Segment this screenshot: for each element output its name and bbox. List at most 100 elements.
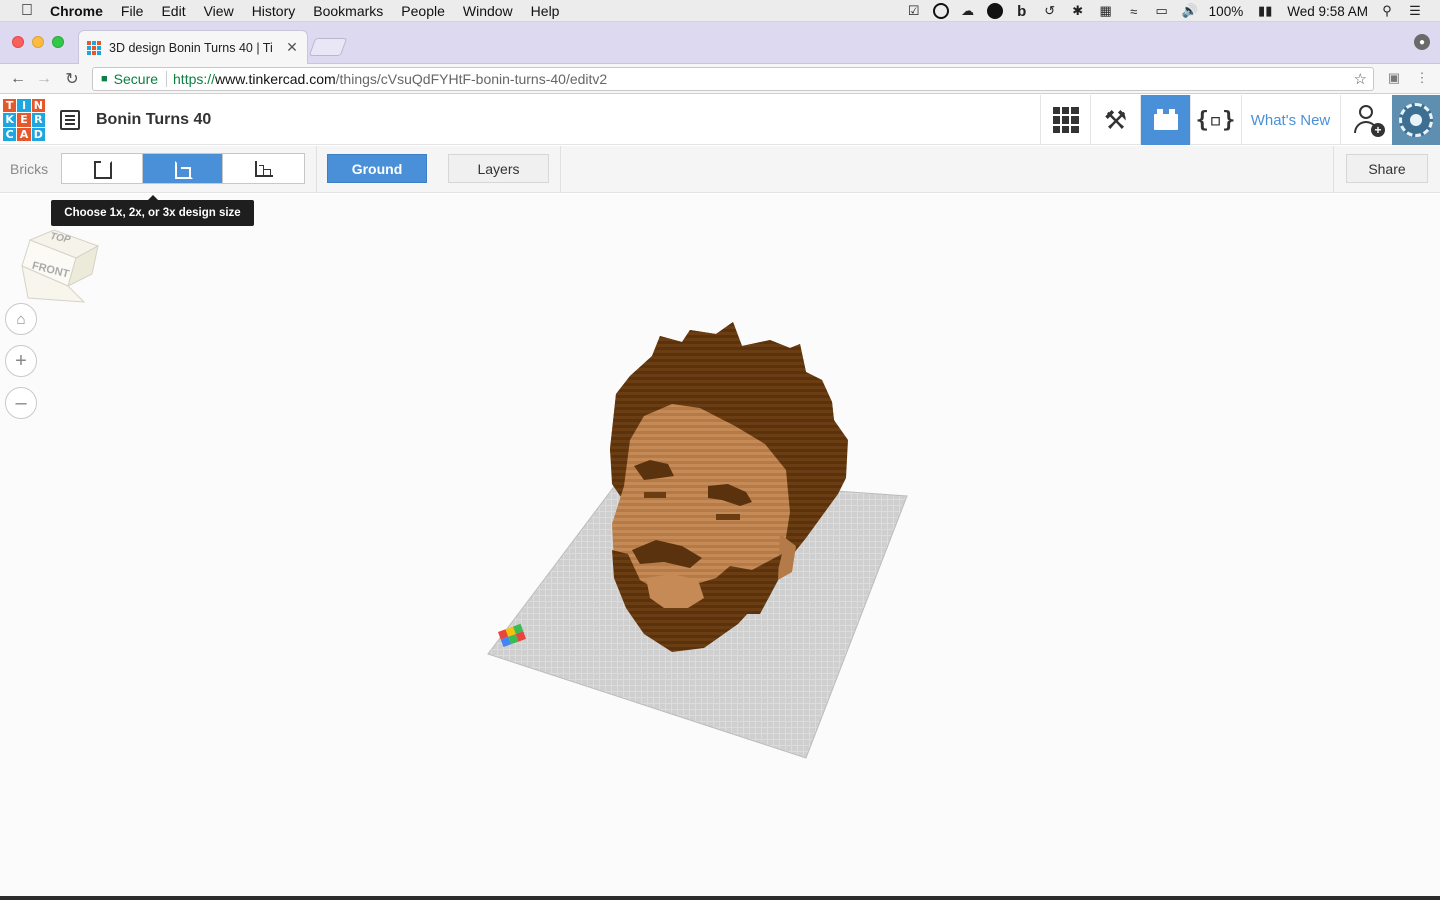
battery-percent: 100% bbox=[1208, 3, 1244, 19]
grid-view-icon bbox=[1052, 107, 1079, 133]
url-path: /things/cVsuQdFYHtF-bonin-turns-40/editv… bbox=[335, 71, 608, 87]
mac-menu-bar:  Chrome File Edit View History Bookmark… bbox=[0, 0, 1440, 22]
3d-scene[interactable] bbox=[0, 194, 1440, 896]
minecraft-view-button[interactable]: ⚒ bbox=[1090, 95, 1140, 145]
extension-icon[interactable]: ▣ bbox=[1386, 70, 1402, 86]
design-toolbar: Bricks Ground Layers Share bbox=[0, 146, 1440, 193]
window-minimize-button[interactable] bbox=[32, 36, 44, 48]
bluetooth-icon[interactable]: ✱ bbox=[1069, 3, 1087, 19]
menu-people[interactable]: People bbox=[401, 3, 445, 19]
window-close-button[interactable] bbox=[12, 36, 24, 48]
logo-letter: R bbox=[31, 113, 45, 127]
menu-file[interactable]: File bbox=[121, 3, 144, 19]
size-1x-button[interactable] bbox=[62, 154, 143, 183]
3d-design-view-button[interactable] bbox=[1040, 95, 1090, 145]
tab-close-icon[interactable]: ✕ bbox=[285, 39, 299, 56]
pickaxe-icon: ⚒ bbox=[1103, 105, 1128, 135]
code-brackets-icon: {▫} bbox=[1195, 107, 1236, 133]
menu-view[interactable]: View bbox=[204, 3, 234, 19]
tinkercad-favicon-icon bbox=[87, 40, 101, 55]
apple-icon[interactable]:  bbox=[20, 2, 34, 19]
logo-letter: D bbox=[31, 127, 45, 141]
chrome-menu-icon[interactable]: ⋮ bbox=[1414, 70, 1430, 86]
zoom-in-button[interactable]: + bbox=[5, 345, 37, 377]
design-size-selector bbox=[61, 153, 305, 184]
toolbar-divider bbox=[1333, 146, 1334, 193]
user-add-icon bbox=[1359, 105, 1373, 119]
size-2x-button[interactable] bbox=[142, 154, 224, 183]
browser-profile-icon[interactable]: ● bbox=[1414, 34, 1430, 50]
menu-history[interactable]: History bbox=[252, 3, 296, 19]
new-tab-button[interactable] bbox=[308, 38, 348, 56]
size-3x-button[interactable] bbox=[223, 154, 304, 183]
layers-button[interactable]: Layers bbox=[448, 154, 549, 183]
volume-icon[interactable]: 🔊 bbox=[1181, 3, 1199, 19]
address-bar[interactable]: ■ Secure https:// www.tinkercad.com /thi… bbox=[92, 67, 1374, 91]
workplane-viewport[interactable]: Choose 1x, 2x, or 3x design size TOP FRO… bbox=[0, 194, 1440, 896]
forward-arrow-icon[interactable]: → bbox=[34, 69, 54, 89]
logo-letter: K bbox=[3, 113, 17, 127]
codeblocks-view-button[interactable]: {▫} bbox=[1190, 95, 1240, 145]
whats-new-link[interactable]: What's New bbox=[1241, 95, 1339, 145]
design-menu-icon[interactable] bbox=[60, 110, 80, 130]
logo-letter: N bbox=[31, 99, 45, 113]
menu-window[interactable]: Window bbox=[463, 3, 513, 19]
url-scheme: https:// bbox=[173, 71, 216, 87]
browser-tab-active[interactable]: 3D design Bonin Turns 40 | Ti ✕ bbox=[78, 30, 308, 64]
menu-bookmarks[interactable]: Bookmarks bbox=[313, 3, 383, 19]
logo-letter: C bbox=[3, 127, 17, 141]
menu-clock[interactable]: Wed 9:58 AM bbox=[1287, 4, 1368, 19]
omnibox-separator bbox=[166, 71, 168, 87]
keyboard-icon[interactable]: ▦ bbox=[1097, 3, 1115, 19]
reload-icon[interactable]: ↻ bbox=[62, 69, 82, 89]
b-app-icon[interactable]: b bbox=[1013, 3, 1031, 20]
home-view-button[interactable]: ⌂ bbox=[5, 303, 37, 335]
notification-center-icon[interactable]: ☰ bbox=[1406, 3, 1424, 19]
logo-letter: I bbox=[17, 99, 31, 113]
tinkercad-logo[interactable]: T I N K E R C A D bbox=[3, 99, 45, 141]
avatar[interactable] bbox=[1392, 95, 1440, 145]
url-host: www.tinkercad.com bbox=[215, 71, 336, 87]
size-2x-icon bbox=[174, 160, 193, 179]
tinkercad-header: T I N K E R C A D Bonin Turns 40 ⚒ {▫} W… bbox=[0, 95, 1440, 145]
toolbar-divider bbox=[316, 146, 317, 193]
lock-icon[interactable]: ■ bbox=[101, 73, 108, 85]
menu-edit[interactable]: Edit bbox=[161, 3, 185, 19]
left-eye bbox=[644, 492, 666, 498]
window-zoom-button[interactable] bbox=[52, 36, 64, 48]
design-size-tooltip: Choose 1x, 2x, or 3x design size bbox=[51, 195, 254, 226]
logo-letter: A bbox=[17, 127, 31, 141]
right-eye bbox=[716, 514, 740, 520]
browser-tab-strip: 3D design Bonin Turns 40 | Ti ✕ ● bbox=[0, 22, 1440, 64]
bookmark-star-icon[interactable]: ☆ bbox=[1354, 70, 1367, 88]
time-machine-icon[interactable]: ↺ bbox=[1041, 3, 1059, 19]
checkmark-shield-icon[interactable]: ☑ bbox=[905, 3, 923, 19]
back-arrow-icon[interactable]: ← bbox=[8, 69, 28, 89]
logo-letter: T bbox=[3, 99, 17, 113]
menu-help[interactable]: Help bbox=[531, 3, 560, 19]
bricks-view-button[interactable] bbox=[1140, 95, 1190, 145]
brick-icon bbox=[1153, 109, 1178, 130]
invite-user-button[interactable]: + bbox=[1340, 95, 1390, 145]
home-icon: ⌂ bbox=[16, 310, 26, 328]
size-3x-icon bbox=[254, 160, 273, 177]
dock-peek bbox=[0, 896, 1440, 900]
spotlight-search-icon[interactable]: ⚲ bbox=[1378, 3, 1396, 19]
design-title[interactable]: Bonin Turns 40 bbox=[96, 111, 211, 129]
plus-badge-icon: + bbox=[1371, 123, 1385, 137]
share-button[interactable]: Share bbox=[1346, 154, 1428, 183]
record-icon[interactable] bbox=[932, 3, 949, 19]
size-1x-icon bbox=[93, 160, 112, 179]
view-cube[interactable]: TOP FRONT bbox=[20, 224, 100, 304]
ground-button[interactable]: Ground bbox=[327, 154, 427, 183]
zoom-out-button[interactable]: – bbox=[5, 387, 37, 419]
wifi-icon[interactable]: ≈ bbox=[1125, 3, 1143, 19]
cloud-icon[interactable]: ☁ bbox=[959, 3, 977, 19]
logo-letter: E bbox=[17, 113, 31, 127]
bricks-label: Bricks bbox=[10, 161, 49, 177]
menu-app-name[interactable]: Chrome bbox=[50, 3, 103, 19]
airplay-icon[interactable]: ▭ bbox=[1153, 3, 1171, 19]
app-badge-icon[interactable] bbox=[986, 3, 1003, 19]
secure-label[interactable]: Secure bbox=[114, 71, 158, 87]
battery-icon[interactable]: ▮▮ bbox=[1253, 3, 1277, 19]
